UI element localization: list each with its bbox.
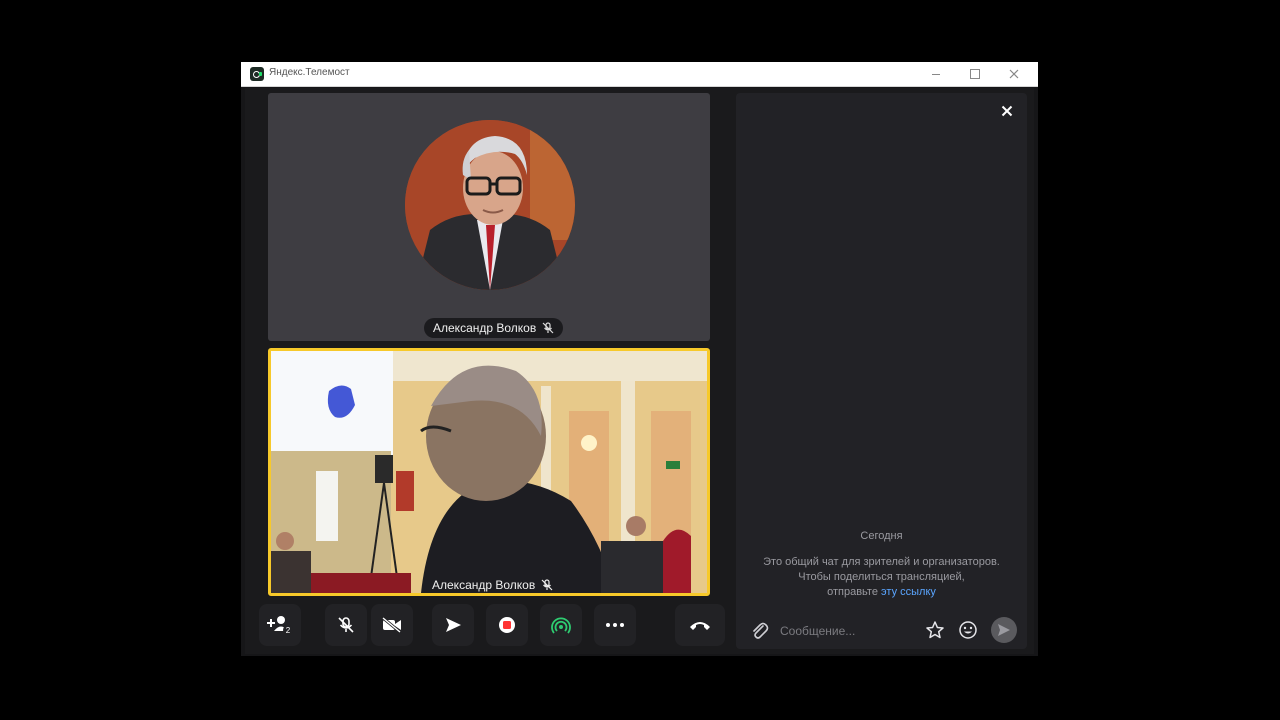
favorite-button[interactable] <box>925 620 945 640</box>
invite-count-badge: 2 <box>286 626 291 635</box>
chat-composer <box>736 608 1027 652</box>
message-input[interactable] <box>778 619 922 643</box>
chat-info-prefix: отправьте <box>827 586 882 598</box>
chat-info-line: Это общий чат для зрителей и организатор… <box>763 556 1000 568</box>
participant-tile[interactable]: Александр Волков <box>268 93 710 341</box>
emoji-icon <box>959 621 977 639</box>
paperclip-icon <box>753 622 769 639</box>
camera-toggle-button[interactable] <box>371 604 413 646</box>
chat-info-line: Чтобы поделиться трансляцией, <box>798 571 965 583</box>
broadcast-button[interactable] <box>540 604 582 646</box>
maximize-icon <box>970 69 980 79</box>
avatar-portrait-icon <box>405 120 575 290</box>
app-window: Яндекс.Телемост Александр Волков Алексан… <box>241 62 1038 656</box>
broadcast-icon <box>551 617 571 634</box>
chat-info-line: отправьте эту ссылку <box>746 585 1017 600</box>
share-screen-icon <box>446 618 461 632</box>
microphone-toggle-button[interactable] <box>325 604 367 646</box>
more-options-button[interactable] <box>594 604 636 646</box>
record-icon <box>499 617 515 633</box>
participant-name: Александр Волков <box>433 321 537 335</box>
video-feed <box>271 351 707 593</box>
chat-info-message: Это общий чат для зрителей и организатор… <box>746 555 1017 600</box>
chat-panel: Сегодня Это общий чат для зрителей и орг… <box>736 93 1027 649</box>
send-button[interactable] <box>991 617 1017 643</box>
minimize-button[interactable] <box>916 62 956 86</box>
record-button[interactable] <box>486 604 528 646</box>
close-chat-button[interactable] <box>999 105 1015 121</box>
close-window-button[interactable] <box>994 62 1034 86</box>
more-icon <box>606 623 624 627</box>
minimize-icon <box>932 73 940 75</box>
participant-video-tile[interactable]: Александр Волков <box>268 348 710 596</box>
participant-name: Александр Волков <box>432 578 536 592</box>
camera-off-icon <box>382 617 401 633</box>
chat-date-separator: Сегодня <box>860 530 903 542</box>
telemost-logo-icon <box>250 67 264 81</box>
avatar <box>405 120 575 290</box>
star-icon <box>926 621 944 639</box>
title-bar: Яндекс.Телемост <box>241 62 1038 87</box>
window-title: Яндекс.Телемост <box>269 67 350 78</box>
mic-off-icon <box>542 322 554 334</box>
call-area: Александр Волков Александр Волков 2 Сего… <box>245 88 1034 654</box>
add-participant-icon: 2 <box>267 616 293 635</box>
add-participant-button[interactable]: 2 <box>259 604 301 646</box>
share-link[interactable]: эту ссылку <box>881 586 936 598</box>
maximize-button[interactable] <box>955 62 995 86</box>
share-screen-button[interactable] <box>432 604 474 646</box>
hang-up-button[interactable] <box>675 604 725 646</box>
send-icon <box>998 624 1010 636</box>
mic-off-icon <box>541 579 553 591</box>
participant-name-pill: Александр Волков <box>423 575 562 593</box>
mic-off-icon <box>338 617 354 633</box>
call-controls: 2 <box>251 603 729 647</box>
attach-button[interactable] <box>749 620 769 640</box>
participant-name-pill: Александр Волков <box>424 318 564 338</box>
close-icon <box>1001 105 1013 117</box>
close-icon <box>1009 69 1019 79</box>
hang-up-icon <box>690 622 710 630</box>
emoji-button[interactable] <box>958 620 978 640</box>
